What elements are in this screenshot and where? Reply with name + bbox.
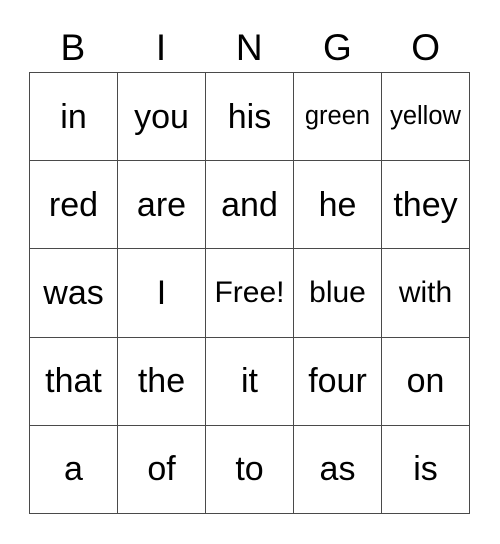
bingo-cell-label: red — [48, 185, 99, 224]
bingo-cell[interactable]: is — [382, 425, 470, 514]
bingo-cell[interactable]: his — [206, 73, 294, 162]
bingo-header-letter-n: N — [235, 26, 264, 68]
bingo-row: a of to as is — [30, 425, 470, 514]
bingo-cell[interactable]: with — [382, 249, 470, 338]
bingo-header-row: B I N G O — [29, 22, 470, 72]
bingo-header-letter-o: O — [411, 26, 441, 68]
bingo-cell[interactable]: the — [118, 337, 206, 426]
bingo-cell[interactable]: he — [294, 161, 382, 250]
bingo-row: was I Free! blue with — [30, 249, 470, 338]
bingo-row: in you his green yellow — [30, 73, 470, 162]
bingo-cell[interactable]: you — [118, 73, 206, 162]
bingo-cell[interactable]: it — [206, 337, 294, 426]
bingo-cell-label: of — [147, 450, 176, 489]
bingo-cell[interactable]: I — [118, 249, 206, 338]
bingo-header-letter-b: B — [60, 26, 86, 68]
bingo-cell[interactable]: four — [294, 337, 382, 426]
bingo-cell-label: that — [45, 362, 102, 401]
bingo-cell-free[interactable]: Free! — [206, 249, 294, 338]
bingo-cell-label: green — [304, 101, 371, 130]
bingo-cell-label: is — [413, 450, 438, 489]
bingo-cell[interactable]: red — [30, 161, 118, 250]
bingo-cell-label: was — [43, 273, 104, 312]
bingo-cell-label: four — [308, 362, 367, 401]
bingo-row: red are and he they — [30, 161, 470, 250]
bingo-cell-label: as — [319, 450, 356, 489]
bingo-cell[interactable]: of — [118, 425, 206, 514]
bingo-cell[interactable]: in — [30, 73, 118, 162]
bingo-row: that the it four on — [30, 337, 470, 426]
bingo-header-letter-g: G — [323, 26, 353, 68]
bingo-cell[interactable]: to — [206, 425, 294, 514]
bingo-cell-label: with — [398, 275, 453, 309]
bingo-cell[interactable]: are — [118, 161, 206, 250]
bingo-cell[interactable]: a — [30, 425, 118, 514]
bingo-cell[interactable]: on — [382, 337, 470, 426]
bingo-cell[interactable]: and — [206, 161, 294, 250]
bingo-cell-label: in — [60, 97, 87, 136]
bingo-cell-label: you — [134, 97, 189, 136]
bingo-cell[interactable]: blue — [294, 249, 382, 338]
bingo-cell[interactable]: that — [30, 337, 118, 426]
bingo-header-letter-i: I — [155, 26, 167, 68]
bingo-cell-label: on — [406, 362, 445, 401]
bingo-cell-label: I — [156, 273, 167, 312]
bingo-cell-label: a — [64, 450, 83, 489]
bingo-card: B I N G O in you his green yellow red ar… — [0, 0, 500, 544]
bingo-cell-label: they — [393, 185, 458, 224]
bingo-grid: in you his green yellow red are and he t… — [29, 72, 470, 514]
bingo-cell-label: are — [136, 185, 187, 224]
bingo-cell-label: it — [241, 362, 258, 401]
bingo-cell-label: Free! — [214, 275, 285, 309]
bingo-cell-label: his — [227, 97, 272, 136]
bingo-cell[interactable]: they — [382, 161, 470, 250]
bingo-cell[interactable]: was — [30, 249, 118, 338]
bingo-cell[interactable]: as — [294, 425, 382, 514]
bingo-cell-label: the — [137, 362, 186, 401]
bingo-cell[interactable]: green — [294, 73, 382, 162]
bingo-cell-label: to — [235, 450, 264, 489]
bingo-cell-label: he — [318, 185, 357, 224]
bingo-cell-label: and — [221, 185, 278, 224]
bingo-cell-label: yellow — [390, 101, 461, 130]
bingo-cell-label: blue — [309, 275, 366, 309]
bingo-cell[interactable]: yellow — [382, 73, 470, 162]
